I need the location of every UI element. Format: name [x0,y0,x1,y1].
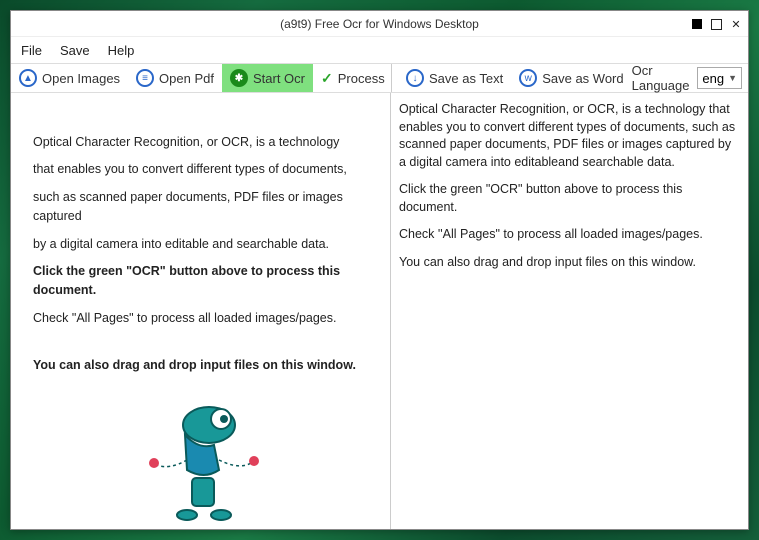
image-icon: ▲ [19,69,37,87]
start-ocr-button[interactable]: ✱ Start Ocr [222,64,313,92]
toolbar: ▲ Open Images ≡ Open Pdf ✱ Start Ocr ✓ P… [11,63,748,93]
ocr-line: Click the green "OCR" button above to pr… [399,181,738,216]
ocr-line: You can also drag and drop input files o… [399,254,738,272]
save-as-word-label: Save as Word [542,71,623,86]
start-ocr-label: Start Ocr [253,71,305,86]
process-label: Process [338,71,385,86]
ocr-language-label: Ocr Language [632,63,698,93]
ocr-line: Check ''All Pages" to process all loaded… [399,226,738,244]
doc-line: such as scanned paper documents, PDF fil… [33,188,374,227]
minimize-icon[interactable] [692,19,702,29]
check-icon: ✓ [321,70,333,87]
image-pane: Optical Character Recognition, or OCR, i… [11,93,391,529]
titlebar: (a9t9) Free Ocr for Windows Desktop [11,11,748,37]
pdf-icon: ≡ [136,69,154,87]
toolbar-right: ↓ Save as Text w Save as Word Ocr Langua… [391,64,748,92]
save-as-text-button[interactable]: ↓ Save as Text [398,64,511,92]
open-pdf-button[interactable]: ≡ Open Pdf [128,64,222,92]
maximize-icon[interactable] [710,18,722,30]
document-preview: Optical Character Recognition, or OCR, i… [11,93,390,529]
ocr-language-value: eng [702,71,724,86]
doc-line-bold: Click the green "OCR" button above to pr… [33,262,374,301]
ocr-language-select[interactable]: eng ▼ [697,67,742,89]
menu-save[interactable]: Save [60,43,90,58]
menubar: File Save Help [11,37,748,63]
open-images-button[interactable]: ▲ Open Images [11,64,128,92]
process-checkbox[interactable]: ✓ Process [313,64,391,92]
open-pdf-label: Open Pdf [159,71,214,86]
robot-icon [129,385,279,529]
doc-line-bold: You can also drag and drop input files o… [33,356,374,375]
download-icon: ↓ [406,69,424,87]
toolbar-left: ▲ Open Images ≡ Open Pdf ✱ Start Ocr ✓ P… [11,64,391,92]
ocr-output-pane: Optical Character Recognition, or OCR, i… [391,93,748,529]
window-controls [692,11,742,37]
doc-line: by a digital camera into editable and se… [33,235,374,254]
window-title: (a9t9) Free Ocr for Windows Desktop [280,17,479,31]
menu-help[interactable]: Help [108,43,135,58]
app-window: (a9t9) Free Ocr for Windows Desktop File… [10,10,749,530]
doc-line: Optical Character Recognition, or OCR, i… [33,133,374,152]
ocr-output-text[interactable]: Optical Character Recognition, or OCR, i… [391,93,748,291]
content: Optical Character Recognition, or OCR, i… [11,93,748,529]
word-icon: w [519,69,537,87]
robot-illustration [33,385,374,529]
ocr-line: Optical Character Recognition, or OCR, i… [399,101,738,171]
save-as-text-label: Save as Text [429,71,503,86]
chevron-down-icon: ▼ [728,73,737,83]
ocr-icon: ✱ [230,69,248,87]
close-icon[interactable] [730,18,742,30]
doc-line: that enables you to convert different ty… [33,160,374,179]
open-images-label: Open Images [42,71,120,86]
save-as-word-button[interactable]: w Save as Word [511,64,631,92]
doc-line: Check "All Pages" to process all loaded … [33,309,374,328]
menu-file[interactable]: File [21,43,42,58]
